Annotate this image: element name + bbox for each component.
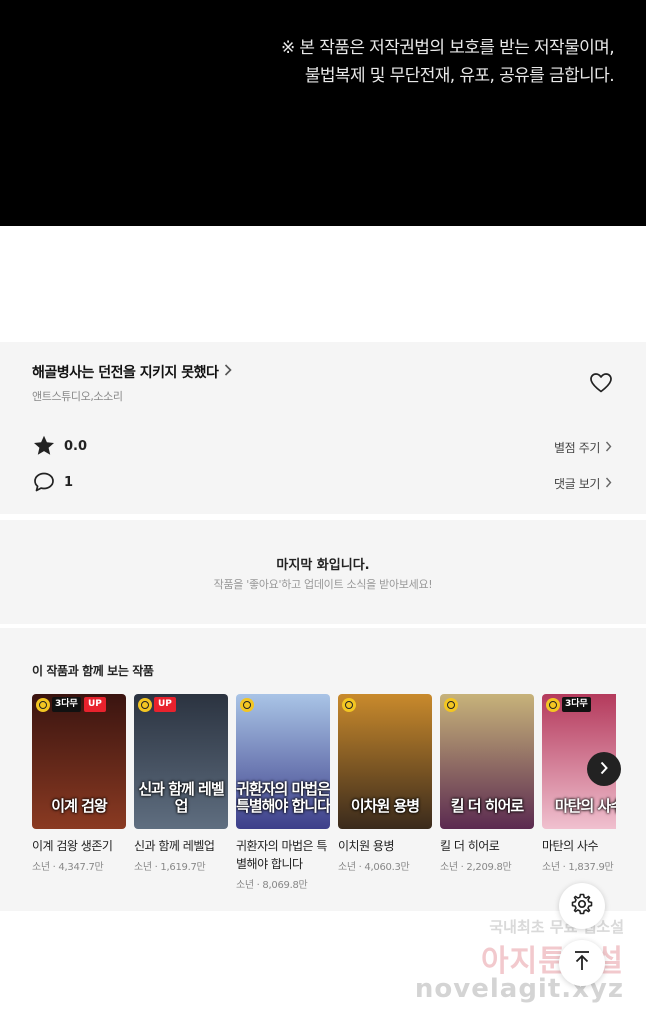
scroll-top-button[interactable] bbox=[559, 940, 605, 986]
arrow-up-icon bbox=[572, 950, 592, 976]
clock-icon bbox=[240, 698, 254, 712]
cover-thumbnail[interactable]: 3다무 UP 이계 검왕 bbox=[32, 694, 126, 829]
recommendation-card[interactable]: UP 신과 함께 레벨업 신과 함께 레벨업 소년 · 1,619.7만 bbox=[134, 694, 228, 873]
comment-icon bbox=[32, 470, 56, 494]
work-title: 해골병사는 던전을 지키지 못했다 bbox=[32, 365, 219, 381]
cover-thumbnail[interactable]: 이차원 용병 bbox=[338, 694, 432, 829]
clock-icon bbox=[444, 698, 458, 712]
carousel-next-button[interactable] bbox=[587, 752, 621, 786]
comments-button-label: 댓글 보기 bbox=[554, 477, 600, 491]
copyright-line-1: ※ 본 작품은 저작권법의 보호를 받는 저작물이며, bbox=[280, 38, 615, 58]
clock-icon bbox=[36, 698, 50, 712]
copyright-line-2: 불법복제 및 무단전재, 유포, 공유를 금합니다. bbox=[304, 66, 615, 86]
free-badge: 3다무 bbox=[52, 697, 81, 712]
settings-button[interactable] bbox=[559, 883, 605, 929]
page: ※ 본 작품은 저작권법의 보호를 받는 저작물이며, 불법복제 및 무단전재,… bbox=[0, 0, 646, 1027]
cover-title-text: 이차원 용병 bbox=[350, 797, 420, 815]
heart-icon[interactable] bbox=[589, 371, 613, 395]
recommendation-card[interactable]: 3다무 UP 이계 검왕이계 검왕 생존기소년 · 4,347.7만 bbox=[32, 694, 126, 873]
rate-button-label: 별점 주기 bbox=[554, 441, 600, 455]
copyright-notice: ※ 본 작품은 저작권법의 보호를 받는 저작물이며, 불법복제 및 무단전재,… bbox=[280, 34, 615, 90]
star-icon bbox=[32, 434, 56, 458]
card-meta: 소년 · 8,069.8만 bbox=[236, 880, 308, 891]
clock-icon bbox=[342, 698, 356, 712]
work-author: 앤트스튜디오,소소리 bbox=[32, 390, 123, 403]
cover-thumbnail[interactable]: 귀환자의 마법은 특별해야 합니다 bbox=[236, 694, 330, 829]
clock-icon bbox=[546, 698, 560, 712]
card-meta: 소년 · 1,837.9만 bbox=[542, 862, 614, 873]
card-title[interactable]: 이치원 용병 bbox=[338, 837, 432, 855]
watermark-tagline: 국내최초 무료 웹소설 bbox=[489, 918, 624, 936]
up-badge: UP bbox=[154, 697, 176, 712]
card-meta: 소년 · 1,619.7만 bbox=[134, 862, 206, 873]
cover-title-text: 킬 더 히어로 bbox=[450, 797, 524, 815]
cover-thumbnail[interactable]: 킬 더 히어로 bbox=[440, 694, 534, 829]
chevron-right-icon bbox=[605, 477, 612, 491]
card-title[interactable]: 킬 더 히어로 bbox=[440, 837, 534, 855]
cover-title-text: 귀환자의 마법은 특별해야 합니다 bbox=[236, 780, 330, 815]
card-title[interactable]: 귀환자의 마법은 특별해야 합니다 bbox=[236, 837, 330, 873]
chevron-right-icon bbox=[224, 364, 233, 380]
last-episode-subtitle: 작품을 '좋아요'하고 업데이트 소식을 받아보세요! bbox=[213, 578, 433, 591]
recommendation-card[interactable]: 킬 더 히어로 킬 더 히어로 소년 · 2,209.8만 bbox=[440, 694, 534, 873]
chevron-right-icon bbox=[599, 760, 609, 779]
card-title[interactable]: 신과 함께 레벨업 bbox=[134, 837, 228, 855]
rating-value: 0.0 bbox=[64, 438, 88, 454]
cover-title-text: 마탄의 사수 bbox=[554, 797, 616, 815]
card-meta: 소년 · 4,060.3만 bbox=[338, 862, 410, 873]
card-meta: 소년 · 4,347.7만 bbox=[32, 862, 104, 873]
free-badge: 3다무 bbox=[562, 697, 591, 712]
rate-button[interactable]: 별점 주기 bbox=[554, 439, 612, 456]
copyright-banner: ※ 본 작품은 저작권법의 보호를 받는 저작물이며, 불법복제 및 무단전재,… bbox=[0, 0, 646, 226]
work-info-panel: 해골병사는 던전을 지키지 못했다 앤트스튜디오,소소리 0.0 별점 주기 1… bbox=[0, 342, 646, 514]
last-episode-title: 마지막 화입니다. bbox=[276, 558, 370, 573]
cover-title-text: 이계 검왕 bbox=[51, 797, 107, 815]
work-title-link[interactable]: 해골병사는 던전을 지키지 못했다 bbox=[32, 362, 233, 382]
comment-stat: 1 bbox=[32, 470, 73, 494]
comment-count: 1 bbox=[64, 474, 74, 490]
clock-icon bbox=[138, 698, 152, 712]
recommendation-card[interactable]: 귀환자의 마법은 특별해야 합니다 귀환자의 마법은 특별해야 합니다 소년 · 8… bbox=[236, 694, 330, 891]
rating-stat: 0.0 bbox=[32, 434, 87, 458]
card-title[interactable]: 이계 검왕 생존기 bbox=[32, 837, 126, 855]
cover-thumbnail[interactable]: UP 신과 함께 레벨업 bbox=[134, 694, 228, 829]
comments-button[interactable]: 댓글 보기 bbox=[554, 475, 612, 492]
chevron-right-icon bbox=[605, 441, 612, 455]
recommendation-section: 이 작품과 함께 보는 작품 3다무 UP 이계 검왕 이계 검왕 생존기 소년 · 4… bbox=[0, 628, 646, 911]
recommendation-card[interactable]: 이차원 용병이치원 용병소년 · 4,060.3만 bbox=[338, 694, 432, 873]
recommendation-heading: 이 작품과 함께 보는 작품 bbox=[32, 664, 154, 678]
card-meta: 소년 · 2,209.8만 bbox=[440, 862, 512, 873]
gear-icon bbox=[570, 892, 594, 920]
last-episode-notice: 마지막 화입니다. 작품을 '좋아요'하고 업데이트 소식을 받아보세요! bbox=[0, 520, 646, 624]
card-title[interactable]: 마탄의 사수 bbox=[542, 837, 616, 855]
recommendation-carousel: 3다무 UP 이계 검왕 이계 검왕 생존기 소년 · 4,347.7만 UP 신과 함께 … bbox=[32, 694, 616, 904]
up-badge: UP bbox=[84, 697, 106, 712]
cover-title-text: 신과 함께 레벨업 bbox=[138, 780, 224, 815]
